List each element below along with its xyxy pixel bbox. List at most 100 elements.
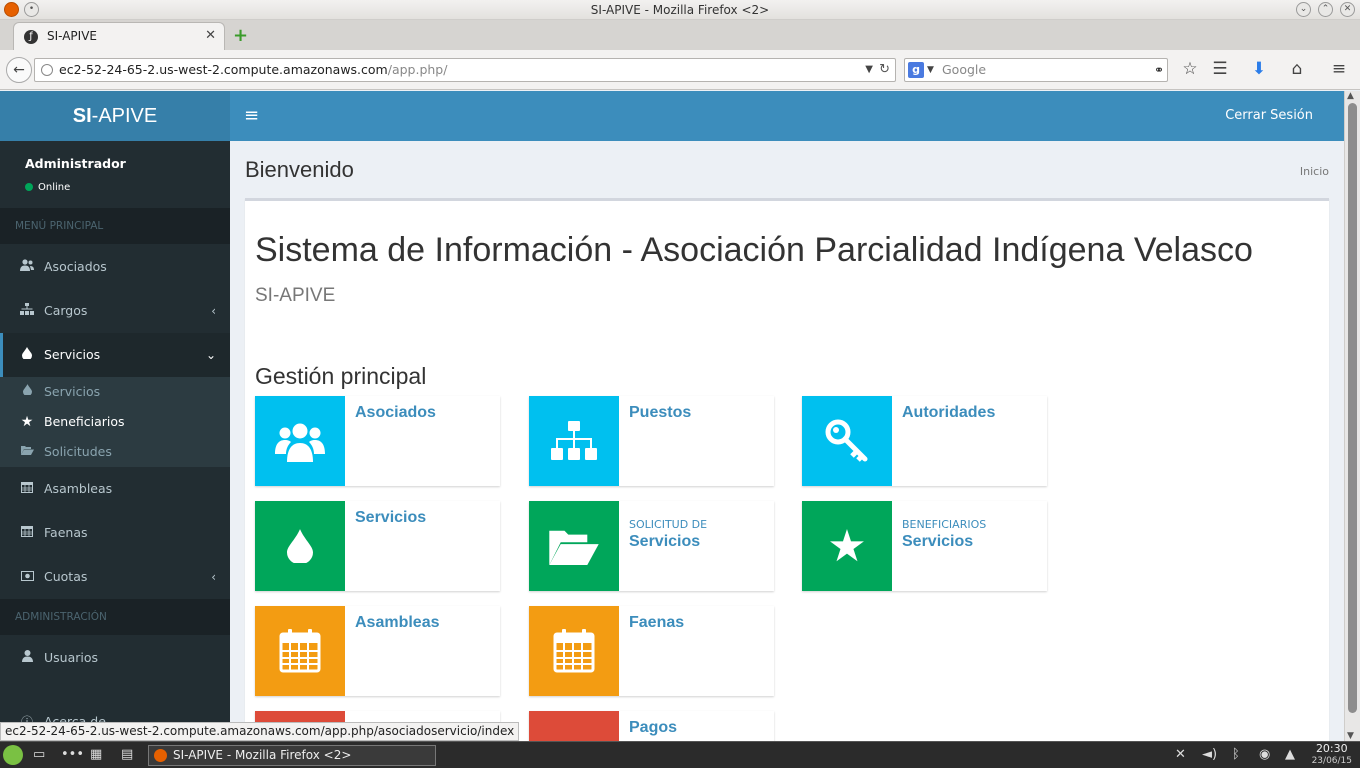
close-window-icon[interactable]: ✕ <box>1340 2 1355 17</box>
card-title: Faenas <box>629 614 685 631</box>
calendar-icon <box>529 606 619 696</box>
browser-navbar: ← ec2-52-24-65-2.us-west-2.compute.amazo… <box>0 50 1360 90</box>
tint-icon <box>20 377 34 407</box>
close-tab-icon[interactable]: ✕ <box>205 28 216 43</box>
user-status: Online <box>25 182 70 193</box>
card-asociados[interactable]: Asociados <box>255 396 500 486</box>
online-dot-icon <box>25 183 33 191</box>
tint-icon <box>19 333 35 377</box>
user-icon <box>19 636 35 680</box>
tint-icon <box>255 501 345 591</box>
chevron-left-icon: ‹ <box>211 304 216 318</box>
clock[interactable]: 20:30 23/06/15 <box>1312 743 1352 767</box>
system-subheading: SI-APIVE <box>255 285 336 306</box>
card-title: Servicios <box>902 533 974 550</box>
folder-open-icon <box>529 501 619 591</box>
sitemap-icon <box>529 396 619 486</box>
card-title: Asambleas <box>355 614 440 631</box>
sidebar-item-asambleas[interactable]: Asambleas <box>0 467 230 511</box>
tray-arrow-icon[interactable]: ▲ <box>1285 747 1295 762</box>
card-title: Pagos <box>629 719 678 736</box>
google-icon[interactable]: g <box>908 62 924 78</box>
submenu-item-solicitudes[interactable]: Solicitudes <box>0 437 230 467</box>
reading-list-icon[interactable]: ☰ <box>1209 59 1231 79</box>
user-name: Administrador <box>25 156 126 171</box>
chevron-down-icon: ⌄ <box>205 348 216 362</box>
minimize-icon[interactable]: ⌄ <box>1296 2 1311 17</box>
window-titlebar: • SI-APIVE - Mozilla Firefox <2> ⌄ ⌃ ✕ <box>0 0 1360 20</box>
card-title: Autoridades <box>902 404 996 421</box>
card-asambleas[interactable]: Asambleas <box>255 606 500 696</box>
card-servicios[interactable]: Servicios <box>255 501 500 591</box>
chevron-down-icon[interactable]: ▼ <box>927 59 934 81</box>
sidebar-item-faenas[interactable]: Faenas <box>0 511 230 555</box>
globe-icon <box>41 64 53 76</box>
submenu-item-beneficiarios[interactable]: ★ Beneficiarios <box>0 407 230 437</box>
money-icon <box>529 711 619 741</box>
status-url: ec2-52-24-65-2.us-west-2.compute.amazona… <box>0 722 520 741</box>
url-bar[interactable]: ec2-52-24-65-2.us-west-2.compute.amazona… <box>34 58 896 82</box>
bookmark-star-icon[interactable]: ☆ <box>1179 59 1201 79</box>
volume-icon[interactable]: ◄) <box>1202 747 1217 762</box>
window-title: SI-APIVE - Mozilla Firefox <2> <box>590 3 770 17</box>
money-icon <box>19 555 35 599</box>
logout-button[interactable]: Cerrar Sesión <box>1225 108 1313 123</box>
url-path: /app.php/ <box>387 62 448 77</box>
card-title: Servicios <box>355 509 427 526</box>
card-puestos[interactable]: Puestos <box>529 396 774 486</box>
calendar-icon <box>255 606 345 696</box>
taskbar-app-icon[interactable]: ▤ <box>121 747 133 762</box>
back-arrow-icon[interactable]: ← <box>6 57 32 83</box>
card-faenas[interactable]: Faenas <box>529 606 774 696</box>
search-input[interactable]: g ▼ Google ⚭ <box>904 58 1168 82</box>
breadcrumb[interactable]: Inicio <box>1300 165 1329 178</box>
menu-icon[interactable]: ≡ <box>1328 59 1350 79</box>
binoculars-icon[interactable]: ⚭ <box>1154 59 1164 81</box>
new-tab-icon[interactable]: + <box>233 25 248 46</box>
scroll-up-icon[interactable]: ▲ <box>1347 91 1354 101</box>
sidebar-item-servicios[interactable]: Servicios ⌄ <box>0 333 230 377</box>
app-logo[interactable]: SI-APIVE <box>0 91 230 141</box>
more-icon[interactable]: ••• <box>61 747 84 762</box>
welcome-box: Sistema de Información - Asociación Parc… <box>245 198 1329 741</box>
sidebar-toggle-icon[interactable]: ≡ <box>244 105 259 126</box>
sidebar-item-cargos[interactable]: Cargos ‹ <box>0 289 230 333</box>
submenu-item-servicios[interactable]: Servicios <box>0 377 230 407</box>
taskbar-window-firefox[interactable]: SI-APIVE - Mozilla Firefox <2> <box>148 745 436 766</box>
sidebar-item-asociados[interactable]: Asociados <box>0 245 230 289</box>
wifi-icon[interactable]: ◉ <box>1259 747 1270 762</box>
maximize-icon[interactable]: ⌃ <box>1318 2 1333 17</box>
desktop-icon[interactable]: ▭ <box>33 747 45 762</box>
calendar-icon <box>19 467 35 511</box>
card-beneficiarios-servicios[interactable]: ★ BENEFICIARIOS Servicios <box>802 501 1047 591</box>
workspace-icon[interactable]: ▦ <box>90 747 102 762</box>
page-scrollbar[interactable]: ▲ ▼ <box>1344 91 1360 741</box>
card-solicitud-servicios[interactable]: SOLICITUD DE Servicios <box>529 501 774 591</box>
start-menu-icon[interactable] <box>3 745 23 765</box>
main-content: Bienvenido Inicio Sistema de Información… <box>230 141 1344 741</box>
sidebar-item-usuarios[interactable]: Usuarios <box>0 636 230 680</box>
users-icon <box>255 396 345 486</box>
sitemap-icon <box>19 289 35 333</box>
firefox-icon <box>154 749 167 762</box>
scrollbar-thumb[interactable] <box>1348 103 1357 713</box>
card-pagos[interactable]: Pagos <box>529 711 774 741</box>
scroll-down-icon[interactable]: ▼ <box>1347 731 1354 741</box>
reload-icon[interactable]: ↻ <box>879 59 890 81</box>
tab-si-apive[interactable]: ƒ SI-APIVE ✕ <box>13 22 225 50</box>
chevron-left-icon: ‹ <box>211 570 216 584</box>
chevron-down-icon[interactable]: ▼ <box>865 59 873 81</box>
card-label: SOLICITUD DE <box>629 518 708 531</box>
home-icon[interactable]: ⌂ <box>1286 59 1308 79</box>
network-icon[interactable]: ✕ <box>1175 747 1186 762</box>
page-title: Bienvenido <box>245 157 354 182</box>
search-placeholder: Google <box>942 62 987 77</box>
bluetooth-icon[interactable]: ᛒ <box>1232 747 1240 762</box>
card-autoridades[interactable]: Autoridades <box>802 396 1047 486</box>
sidebar-item-cuotas[interactable]: Cuotas ‹ <box>0 555 230 599</box>
tab-label: SI-APIVE <box>47 29 97 43</box>
download-icon[interactable]: ⬇ <box>1248 59 1270 79</box>
sidebar: Administrador Online MENÚ PRINCIPAL Asoc… <box>0 141 230 741</box>
card-title: Puestos <box>629 404 692 421</box>
folder-open-icon <box>20 437 34 467</box>
